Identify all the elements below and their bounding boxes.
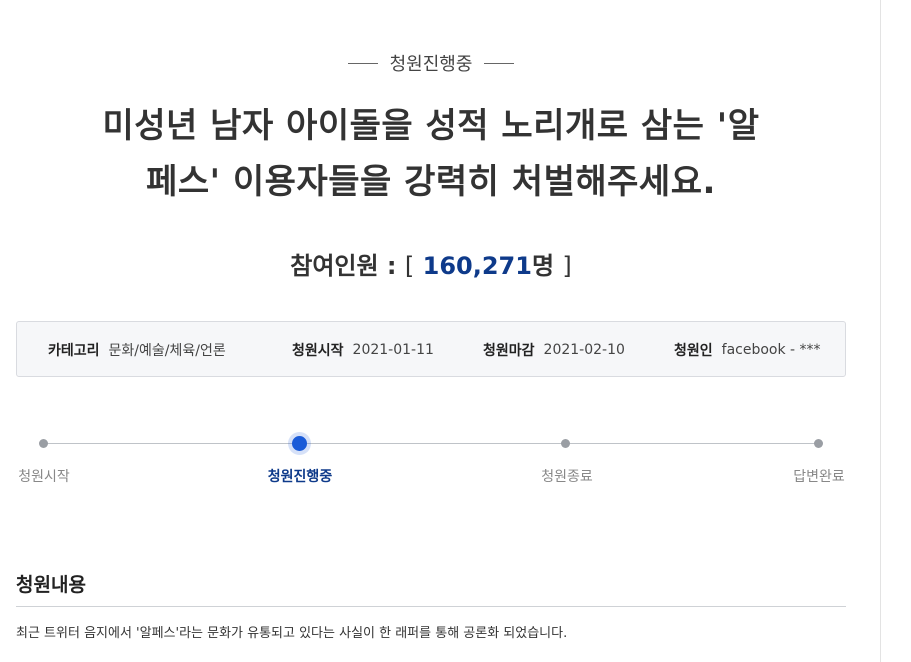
content-section-title: 청원내용 [16, 574, 86, 596]
info-start-date: 청원시작 2021-01-11 [292, 322, 434, 378]
progress-label-answered: 답변완료 [793, 469, 845, 485]
participant-count-number: 160,271 [422, 252, 532, 280]
participant-count-separator: : [386, 252, 397, 280]
progress-label-in-progress: 청원진행중 [267, 469, 333, 485]
status-dash-left [347, 62, 378, 64]
progress-dot-in-progress [292, 436, 307, 451]
participant-count-unit: 명 [531, 252, 555, 280]
page-edge-divider [880, 0, 881, 662]
participant-count-label: 참여인원 [290, 252, 379, 280]
info-end-date: 청원마감 2021-02-10 [483, 322, 625, 378]
info-category-label: 카테고리 [48, 343, 100, 359]
petition-title-line-1: 미성년 남자 아이돌을 성적 노리개로 삼는 '알 [102, 106, 760, 146]
info-category-value: 문화/예술/체육/언론 [108, 343, 226, 359]
petition-content-text: 최근 트위터 음지에서 '알페스'라는 문화가 유통되고 있다는 사실이 한 래… [16, 626, 568, 641]
info-petitioner-value: facebook - *** [721, 342, 821, 358]
progress-dot-closed [561, 439, 570, 448]
petition-info-box: 카테고리 문화/예술/체육/언론 청원시작 2021-01-11 청원마감 20… [16, 321, 846, 377]
info-end-date-value: 2021-02-10 [543, 342, 625, 358]
info-start-date-value: 2021-01-11 [352, 342, 434, 358]
participant-count: 참여인원 : [ 160,271명 ] [0, 246, 862, 281]
progress-line [42, 443, 819, 444]
info-petitioner: 청원인 facebook - *** [674, 322, 821, 378]
participant-count-close-bracket: ] [562, 252, 572, 280]
status-label: 청원진행중 [389, 54, 473, 75]
participant-count-open-bracket: [ [404, 252, 415, 280]
petition-title: 미성년 남자 아이돌을 성적 노리개로 삼는 '알 페스' 이용자들을 강력히 … [40, 98, 822, 210]
content-section-divider [16, 606, 846, 607]
petition-title-line-2: 페스' 이용자들을 강력히 처벌해주세요. [146, 162, 716, 202]
info-category: 카테고리 문화/예술/체육/언론 [48, 322, 226, 378]
petition-status-header: 청원진행중 [0, 50, 862, 76]
petition-progress-tracker: 청원시작 청원진행중 청원종료 답변완료 [16, 432, 846, 492]
progress-label-start: 청원시작 [18, 469, 70, 485]
progress-dot-answered [814, 439, 823, 448]
status-dash-right [484, 62, 515, 64]
info-petitioner-label: 청원인 [674, 343, 713, 359]
progress-dot-start [39, 439, 48, 448]
progress-label-closed: 청원종료 [541, 469, 593, 485]
info-start-date-label: 청원시작 [292, 343, 344, 359]
info-end-date-label: 청원마감 [483, 343, 535, 359]
